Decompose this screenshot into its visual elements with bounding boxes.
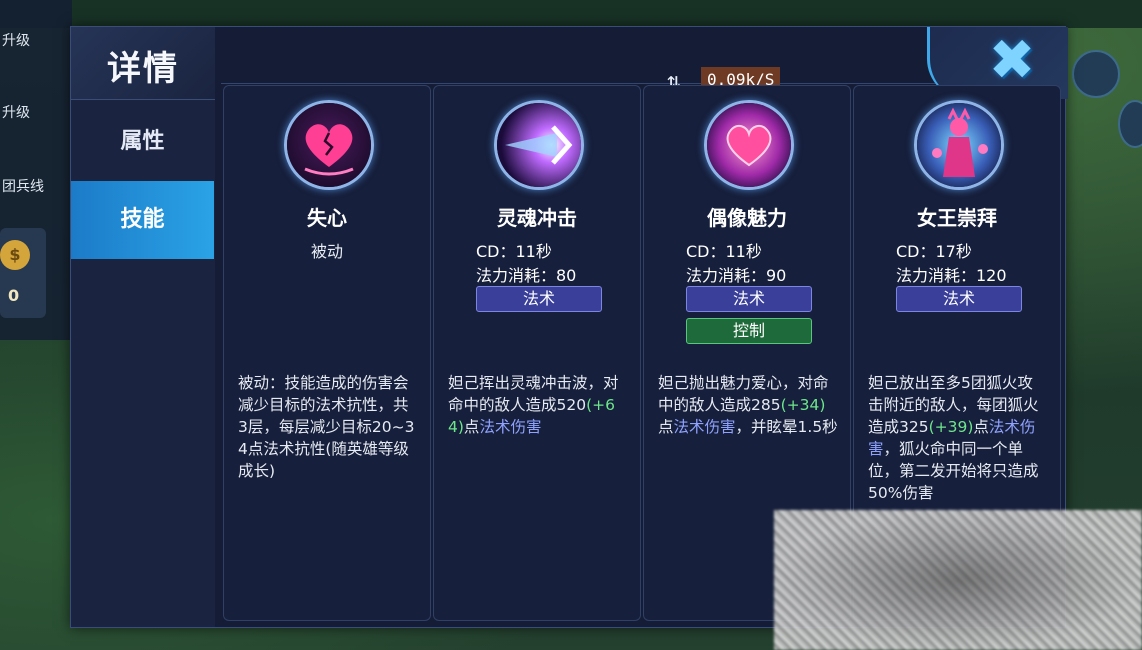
mana-cost: 法力消耗：80 <box>476 266 577 285</box>
magic-tag: 法术 <box>476 286 602 312</box>
control-tag: 控制 <box>686 318 812 344</box>
tab-attributes[interactable]: 属性 <box>71 103 214 182</box>
desc-text: 点 <box>973 418 989 436</box>
desc-text: 点 <box>463 418 480 436</box>
skill-name: 失心 <box>307 206 347 230</box>
broken-heart-icon <box>284 100 374 190</box>
magic-tag: 法术 <box>896 286 1022 312</box>
skill-description: 被动：技能造成的伤害会减少目标的法术抗性，共3层，每层减少目标20~34点法术抗… <box>238 372 418 482</box>
desc-text: ，狐火命中同一个单位，第二发开始将只造成50%伤害 <box>868 440 1039 502</box>
panel-header-line <box>221 27 1011 84</box>
privacy-blur-shade <box>774 510 1142 650</box>
charm-heart-icon <box>704 100 794 190</box>
desc-text: 点 <box>658 418 674 436</box>
queen-worship-icon <box>914 100 1004 190</box>
cooldown: CD：11秒 <box>686 242 762 261</box>
skill-card-1: 灵魂冲击 CD：11秒 法力消耗：80 法术 妲己挥出灵魂冲击波，对命中的敌人造… <box>433 85 641 621</box>
magic-tag: 法术 <box>686 286 812 312</box>
skill-description: 妲己挥出灵魂冲击波，对命中的敌人造成520(+64)点法术伤害 <box>448 372 628 438</box>
tab-skills[interactable]: 技能 <box>71 181 214 259</box>
title-box: 详情 <box>71 27 215 100</box>
desc-text: ，并眩晕1.5秒 <box>735 418 838 436</box>
desc-bonus: (+39) <box>928 418 974 436</box>
close-icon[interactable]: ✖ <box>984 33 1040 89</box>
page-title: 详情 <box>107 49 179 89</box>
skill-description: 妲己抛出魅力爱心，对命中的敌人造成285(+34)点法术伤害，并眩晕1.5秒 <box>658 372 838 438</box>
skill-name: 偶像魅力 <box>707 206 787 230</box>
gold-value: 0 <box>8 286 20 305</box>
mana-cost: 法力消耗：90 <box>686 266 787 285</box>
skill-name: 女王崇拜 <box>917 206 997 230</box>
pause-button[interactable] <box>1072 50 1120 98</box>
gold-widget[interactable]: $ 0 <box>0 228 46 318</box>
upgrade-label: 升级 <box>2 105 30 121</box>
desc-text: 被动：技能造成的伤害会减少目标的法术抗性，共3层，每层减少目标20~34点法术抗… <box>238 374 415 480</box>
cooldown: CD：11秒 <box>476 242 552 261</box>
coin-icon: $ <box>0 240 30 270</box>
mana-cost: 法力消耗：120 <box>896 266 1007 285</box>
skill-card-passive: 失心 被动 被动：技能造成的伤害会减少目标的法术抗性，共3层，每层减少目标20~… <box>223 85 431 621</box>
skill-name: 灵魂冲击 <box>497 206 577 230</box>
upgrade-label: 升级 <box>2 33 30 49</box>
hud-top-strip <box>0 0 1142 28</box>
desc-damage-type: 法术伤害 <box>479 418 542 436</box>
soul-blast-icon <box>494 100 584 190</box>
sidebar: 详情 属性 技能 <box>71 27 215 627</box>
desc-damage-type: 法术伤害 <box>673 418 736 436</box>
skill-type: 被动 <box>310 242 343 261</box>
skill-description: 妲己放出至多5团狐火攻击附近的敌人，每团狐火造成325(+39)点法术伤害，狐火… <box>868 372 1048 504</box>
desc-bonus: (+34) <box>780 396 826 414</box>
minion-wave-label: 团兵线 <box>2 179 44 195</box>
cooldown: CD：17秒 <box>896 242 972 261</box>
